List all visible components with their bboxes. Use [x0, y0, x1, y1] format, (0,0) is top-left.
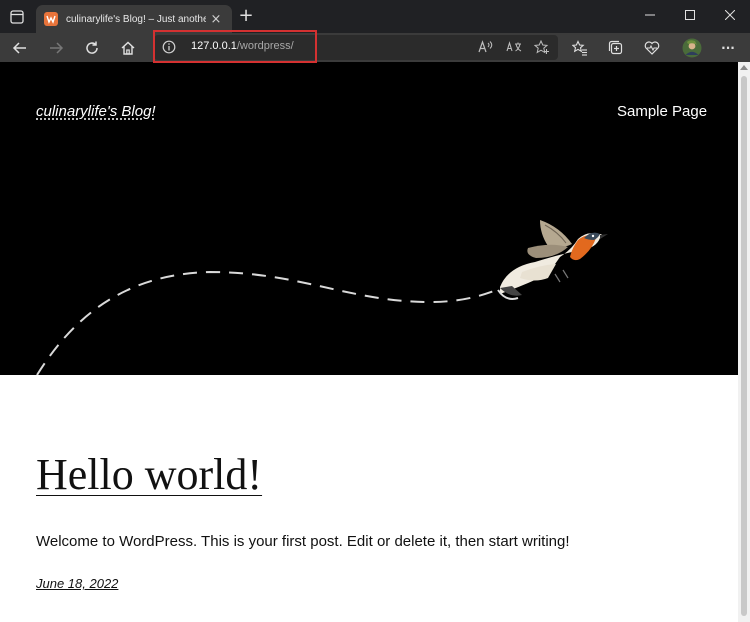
- tab-strip: culinarylife's Blog! – Just another × +: [0, 0, 750, 33]
- post-title-link[interactable]: Hello world!: [36, 449, 262, 500]
- minimize-icon: [645, 14, 655, 16]
- forward-arrow-icon: [50, 42, 64, 54]
- flight-path-line: [36, 270, 506, 375]
- address-bar-icons: [476, 38, 552, 56]
- bird-illustration: [497, 220, 608, 300]
- address-bar[interactable]: 127.0.0.1/wordpress/: [154, 35, 558, 60]
- site-info-icon[interactable]: [162, 40, 176, 54]
- favorites-button[interactable]: [568, 36, 592, 60]
- tab-close-button[interactable]: ×: [208, 12, 224, 27]
- tab-actions-icon: [10, 10, 24, 24]
- post-body-text: Welcome to WordPress. This is your first…: [36, 533, 570, 550]
- minimize-button[interactable]: [630, 0, 670, 30]
- close-icon: [725, 10, 735, 20]
- close-window-button[interactable]: [710, 0, 750, 30]
- page-scrollbar[interactable]: [738, 62, 750, 622]
- back-arrow-icon: [12, 42, 26, 54]
- health-button[interactable]: [640, 36, 664, 60]
- tab-title: culinarylife's Blog! – Just another: [66, 13, 206, 25]
- home-icon: [121, 41, 135, 55]
- profile-avatar: [682, 38, 702, 58]
- back-button[interactable]: [8, 36, 32, 60]
- window-controls: [630, 0, 750, 30]
- url-path: /wordpress/: [236, 40, 294, 52]
- favorites-icon: [572, 40, 587, 56]
- maximize-button[interactable]: [670, 0, 710, 30]
- tab-actions-button[interactable]: [6, 8, 28, 26]
- more-menu-button[interactable]: ···: [716, 36, 740, 60]
- nav-link-sample-page[interactable]: Sample Page: [617, 103, 707, 120]
- maximize-icon: [685, 10, 695, 20]
- home-button[interactable]: [116, 36, 140, 60]
- profile-button[interactable]: [680, 36, 704, 60]
- scroll-up-arrow-icon[interactable]: [740, 65, 748, 70]
- browser-toolbar: 127.0.0.1/wordpress/ ···: [0, 33, 750, 62]
- forward-button[interactable]: [44, 36, 68, 60]
- scrollbar-thumb[interactable]: [741, 76, 747, 616]
- read-aloud-icon[interactable]: [476, 38, 496, 56]
- browser-tab[interactable]: culinarylife's Blog! – Just another ×: [36, 5, 232, 33]
- wordpress-local-icon: [44, 12, 58, 26]
- url-text: 127.0.0.1/wordpress/: [191, 40, 294, 52]
- collections-button[interactable]: [604, 36, 628, 60]
- health-icon: [644, 41, 660, 55]
- post-date-link[interactable]: June 18, 2022: [36, 576, 118, 591]
- translate-icon[interactable]: [504, 38, 524, 56]
- site-header: culinarylife's Blog! Sample Page: [0, 62, 738, 375]
- refresh-button[interactable]: [80, 36, 104, 60]
- add-favorite-icon[interactable]: [532, 38, 552, 56]
- collections-icon: [608, 40, 623, 55]
- url-host: 127.0.0.1: [191, 40, 237, 52]
- refresh-icon: [86, 41, 98, 54]
- web-page: culinarylife's Blog! Sample Page Hello w…: [0, 62, 738, 622]
- new-tab-button[interactable]: +: [236, 6, 256, 26]
- site-title-link[interactable]: culinarylife's Blog!: [36, 103, 156, 120]
